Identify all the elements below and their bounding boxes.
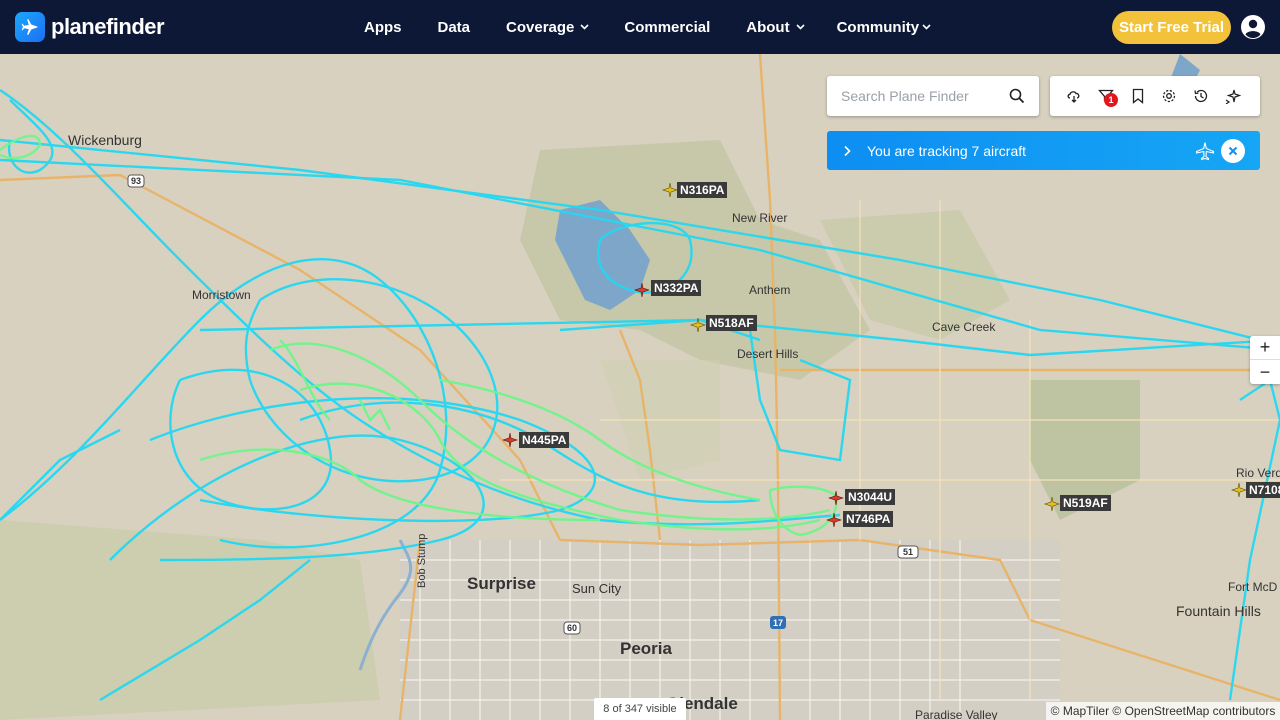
chevron-right-icon[interactable] xyxy=(843,144,851,162)
aircraft-label[interactable]: N519AF xyxy=(1060,495,1111,511)
close-tracking-button[interactable] xyxy=(1221,139,1245,163)
bookmark-icon[interactable] xyxy=(1130,88,1146,104)
plane-logo-icon xyxy=(15,12,45,42)
nav-commercial[interactable]: Commercial xyxy=(624,19,710,36)
chevron-down-icon xyxy=(922,24,931,30)
aircraft-label[interactable]: N316PA xyxy=(677,182,728,198)
start-free-trial-button[interactable]: Start Free Trial xyxy=(1112,11,1231,44)
svg-text:60: 60 xyxy=(567,623,577,633)
aircraft-icon[interactable] xyxy=(502,432,518,448)
settings-icon[interactable] xyxy=(1161,88,1177,104)
nav-apps[interactable]: Apps xyxy=(364,19,402,36)
aircraft-icon[interactable] xyxy=(828,490,844,506)
place-fort-mcd: Fort McD xyxy=(1228,580,1278,594)
place-anthem: Anthem xyxy=(749,283,791,297)
brand-name: planefinder xyxy=(51,14,165,39)
svg-text:17: 17 xyxy=(773,618,783,628)
zoom-out-button[interactable]: − xyxy=(1250,360,1280,384)
nav-coverage-label: Coverage xyxy=(506,18,575,36)
chevron-down-icon xyxy=(580,24,589,30)
nav-about-label: About xyxy=(746,18,790,36)
nav-about[interactable]: About xyxy=(746,18,805,36)
nav-community[interactable]: Community xyxy=(837,19,932,36)
place-bob-stump: Bob Stump xyxy=(416,533,428,588)
history-icon[interactable] xyxy=(1193,88,1209,104)
aircraft-icon[interactable] xyxy=(662,182,678,198)
close-icon xyxy=(1228,146,1238,156)
nav-data[interactable]: Data xyxy=(438,19,471,36)
aircraft-label[interactable]: N746PA xyxy=(843,511,894,527)
visible-aircraft-count: 8 of 347 visible xyxy=(594,698,686,720)
place-peoria: Peoria xyxy=(620,639,672,658)
aircraft-icon[interactable] xyxy=(690,317,706,333)
place-morristown: Morristown xyxy=(192,288,251,302)
place-surprise: Surprise xyxy=(467,574,536,593)
aircraft-icon[interactable] xyxy=(826,512,842,528)
aircraft-label[interactable]: N7108 xyxy=(1246,482,1280,498)
nav-commercial-label: Commercial xyxy=(624,18,711,36)
top-navigation-bar: planefinder Apps Data Coverage Commercia… xyxy=(0,0,1280,54)
place-wickenburg: Wickenburg xyxy=(68,132,142,148)
playback-icon[interactable] xyxy=(1225,88,1242,105)
nav-community-label: Community xyxy=(836,18,920,36)
nav-coverage[interactable]: Coverage xyxy=(506,19,589,36)
filter-count-badge: 1 xyxy=(1104,93,1118,107)
tracking-bar[interactable]: You are tracking 7 aircraft xyxy=(827,131,1260,170)
place-paradise-valley: Paradise Valley xyxy=(915,708,998,720)
aircraft-label[interactable]: N518AF xyxy=(706,315,757,331)
search-panel xyxy=(827,76,1039,116)
nav-apps-label: Apps xyxy=(364,18,402,36)
planefinder-logo[interactable]: planefinder xyxy=(15,12,165,42)
main-nav: Apps Data Coverage Commercial About Comm… xyxy=(364,0,931,54)
place-desert-hills: Desert Hills xyxy=(737,347,799,361)
nav-data-label: Data xyxy=(437,18,471,36)
plane-icon xyxy=(1195,141,1215,166)
aircraft-label[interactable]: N445PA xyxy=(519,432,570,448)
zoom-in-button[interactable]: + xyxy=(1250,336,1280,360)
svg-text:93: 93 xyxy=(131,176,141,186)
chevron-down-icon xyxy=(796,24,805,30)
map-attribution[interactable]: © MapTiler © OpenStreetMap contributors xyxy=(1046,702,1280,720)
search-icon[interactable] xyxy=(1009,88,1025,109)
svg-text:51: 51 xyxy=(903,547,913,557)
aircraft-icon[interactable] xyxy=(1044,496,1060,512)
aircraft-icon[interactable] xyxy=(1231,482,1247,498)
aircraft-label[interactable]: N3044U xyxy=(845,489,896,505)
place-fountain-hills: Fountain Hills xyxy=(1176,603,1261,619)
aircraft-icon[interactable] xyxy=(634,282,650,298)
place-rio-verde: Rio Verde xyxy=(1236,466,1280,480)
aircraft-label[interactable]: N332PA xyxy=(651,280,702,296)
search-input[interactable] xyxy=(841,86,1001,106)
place-sun-city: Sun City xyxy=(572,581,622,596)
user-account-icon[interactable] xyxy=(1240,14,1266,40)
map-toolbar xyxy=(1050,76,1260,116)
weather-icon[interactable] xyxy=(1066,88,1082,104)
place-new-river: New River xyxy=(732,211,788,225)
zoom-control: + − xyxy=(1250,336,1280,384)
place-cave-creek: Cave Creek xyxy=(932,320,996,334)
tracking-message: You are tracking 7 aircraft xyxy=(867,143,1027,159)
